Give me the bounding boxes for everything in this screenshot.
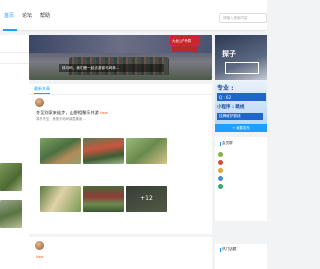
member-icon [218, 168, 223, 173]
nav-item-help[interactable]: 帮助 [40, 12, 50, 19]
hero-banner[interactable]: 大龙山户外群 徐马坞，我们爱一起去游徐马坞林… [29, 35, 212, 80]
post-photo-more[interactable]: +12 [126, 186, 167, 212]
members-panel: 会员群 [215, 137, 267, 221]
member-icon [218, 160, 223, 165]
thumbnail-image[interactable] [0, 200, 22, 228]
members-heading: 会员群 [220, 141, 233, 146]
member-item[interactable] [218, 176, 266, 182]
ad-headline: 探子 [222, 50, 236, 58]
promo-line-2: Q : 62 [217, 93, 266, 101]
nav-item-forum[interactable]: 论坛 [22, 12, 32, 19]
member-item[interactable] [218, 184, 266, 190]
left-sidebar [0, 35, 29, 269]
ad-frame [225, 62, 259, 74]
post-photo[interactable] [83, 186, 124, 212]
post-excerpt [36, 261, 208, 269]
new-badge: New [36, 255, 44, 259]
divider [0, 52, 29, 53]
post-excerpt: 寒冬冬至，美丽天地间绿茵拂面 … [36, 117, 87, 121]
member-icon [218, 176, 223, 181]
nav-item-home[interactable]: 首页 [4, 12, 14, 19]
banner-flag: 大龙山户外群 [170, 36, 200, 45]
post-photo[interactable] [83, 138, 124, 164]
member-icon [218, 184, 223, 189]
divider [0, 63, 29, 64]
post-title[interactable]: New [36, 254, 211, 259]
member-icon [218, 152, 223, 157]
hot-topics-panel: 热门话题 [215, 244, 267, 269]
hot-topics-heading: 热门话题 [219, 247, 237, 252]
right-ad-image[interactable]: 探子 [215, 35, 267, 80]
promo-card[interactable]: 专业 : Q : 62 小程序 : 跳线 挂牌维护跳线 [215, 81, 267, 125]
search-input[interactable]: 请输入搜索内容 [219, 13, 267, 23]
avatar[interactable] [35, 98, 44, 107]
tab-divider [29, 94, 212, 95]
promo-line-1: 专业 : [217, 85, 234, 92]
member-item[interactable] [218, 152, 266, 158]
nav-active-indicator [3, 29, 17, 31]
post-divider [29, 234, 212, 237]
thumbnail-image[interactable] [0, 163, 22, 191]
tab-latest[interactable]: 最新文章 [34, 86, 50, 92]
avatar[interactable] [35, 241, 44, 250]
post-photo[interactable] [40, 138, 81, 164]
publish-button[interactable]: + 我要发布 [215, 124, 267, 132]
top-navigation-bar: 首页 论坛 帮助 请输入搜索内容 [0, 0, 267, 31]
more-photos-count[interactable]: +12 [126, 186, 167, 212]
promo-line-4: 挂牌维护跳线 [217, 113, 263, 120]
promo-line-3: 小程序 : 跳线 [217, 105, 245, 110]
post-photo[interactable] [40, 186, 81, 212]
main-feed: 最新文章 冬至别家来徒步，山野相聚乐共游 New 寒冬冬至，美丽天地间绿茵拂面 … [29, 84, 212, 269]
banner-flag-pole [172, 46, 198, 52]
member-item[interactable] [218, 168, 266, 174]
member-item[interactable] [218, 160, 266, 166]
post-title-text[interactable]: 冬至别家来徒步，山野相聚乐共游 [36, 110, 99, 115]
post-title[interactable]: 冬至别家来徒步，山野相聚乐共游 New [36, 110, 211, 116]
post-photo[interactable] [126, 138, 167, 164]
new-badge: New [100, 111, 108, 115]
banner-caption[interactable]: 徐马坞，我们爱一起去游徐马坞林… [59, 64, 164, 72]
